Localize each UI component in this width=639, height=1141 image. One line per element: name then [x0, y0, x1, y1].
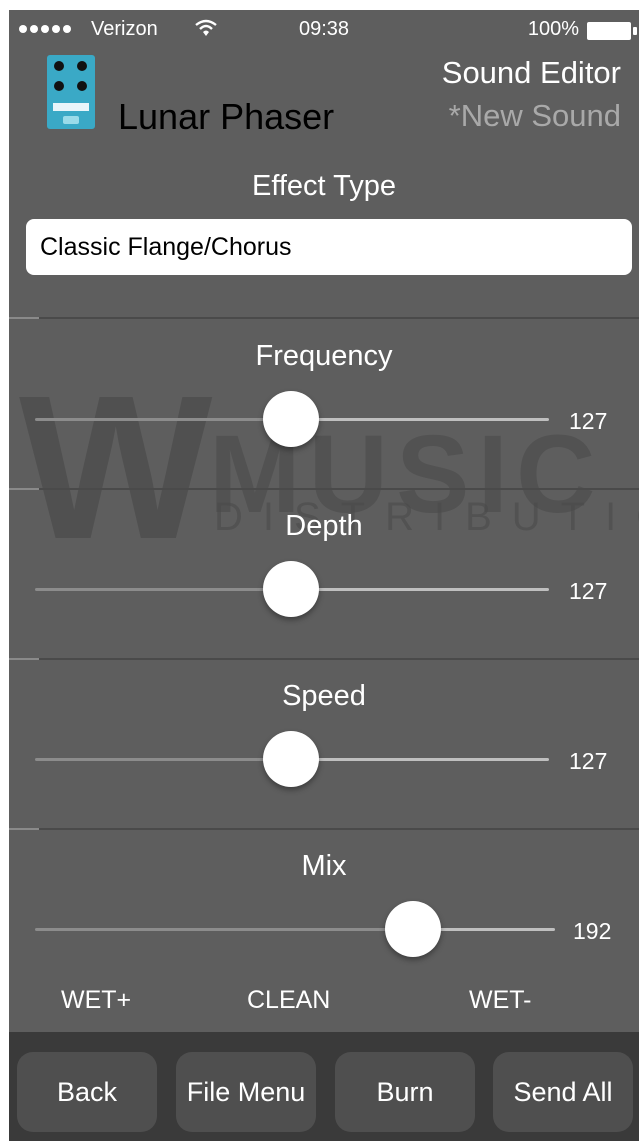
mix-wet-plus-label: WET+	[61, 986, 132, 1014]
sound-name: *New Sound	[448, 98, 621, 133]
effect-type-label: Effect Type	[251, 170, 397, 202]
mix-slider-track-filled	[35, 928, 413, 931]
mix-wet-minus-label: WET-	[469, 986, 532, 1014]
screen-title: Sound Editor	[441, 55, 621, 90]
speed-value: 127	[569, 748, 608, 774]
mix-value: 192	[573, 918, 612, 944]
section-divider	[9, 828, 639, 830]
frequency-slider-track-filled	[35, 418, 291, 421]
status-bar: Verizon 09:38 100%	[9, 10, 639, 50]
send-all-button[interactable]: Send All	[493, 1052, 633, 1132]
mix-clean-label: CLEAN	[247, 986, 331, 1014]
speed-slider-thumb[interactable]	[263, 731, 319, 787]
app-screen: Verizon 09:38 100% W MUSIC DISTRIBUTION …	[9, 10, 639, 1141]
bottom-toolbar: Back File Menu Burn Send All	[9, 1032, 639, 1141]
burn-button[interactable]: Burn	[335, 1052, 475, 1132]
effect-type-select[interactable]: Classic Flange/Chorus	[26, 219, 632, 275]
mix-label: Mix	[301, 850, 347, 882]
frequency-value: 127	[569, 408, 608, 434]
speed-slider-track-filled	[35, 758, 291, 761]
section-divider	[9, 317, 639, 319]
frequency-slider-thumb[interactable]	[263, 391, 319, 447]
frequency-label: Frequency	[255, 340, 393, 372]
battery-percentage: 100%	[527, 18, 579, 40]
depth-slider-thumb[interactable]	[263, 561, 319, 617]
frequency-slider-track	[291, 418, 549, 421]
speed-label: Speed	[282, 680, 366, 712]
file-menu-button[interactable]: File Menu	[176, 1052, 316, 1132]
pedal-image	[47, 55, 95, 129]
depth-label: Depth	[285, 510, 363, 542]
depth-value: 127	[569, 578, 608, 604]
section-divider	[9, 488, 639, 490]
depth-slider-track-filled	[35, 588, 291, 591]
depth-slider-track	[291, 588, 549, 591]
product-name: Lunar Phaser	[118, 96, 335, 137]
mix-scale-labels: WET+ CLEAN WET-	[9, 986, 639, 1016]
battery-icon	[587, 22, 637, 40]
speed-slider-track	[291, 758, 549, 761]
mix-slider-thumb[interactable]	[385, 901, 441, 957]
back-button[interactable]: Back	[17, 1052, 157, 1132]
section-divider	[9, 658, 639, 660]
